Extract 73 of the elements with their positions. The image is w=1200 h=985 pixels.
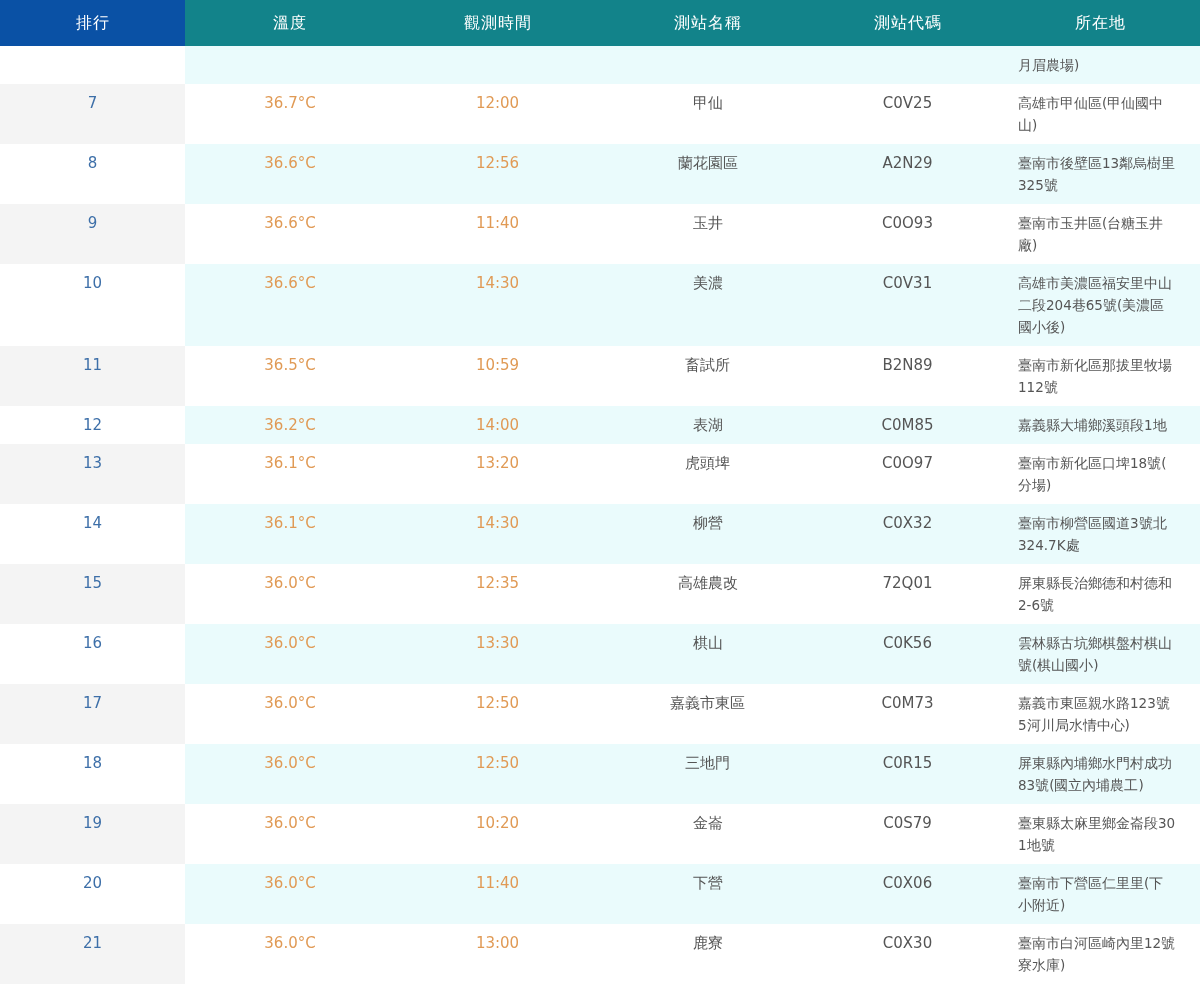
time-cell: 13:30 <box>395 624 600 684</box>
location-text: 112號 <box>1018 378 1058 397</box>
location-text: 號(棋山國小) <box>1018 656 1099 675</box>
location-text: 屏東縣長治鄉德和村德和 <box>1018 574 1172 593</box>
column-header: 排行 <box>0 0 185 46</box>
location-text: 山) <box>1018 116 1038 135</box>
location-text: 分場) <box>1018 476 1052 495</box>
location-text: 廠) <box>1018 236 1038 255</box>
rank-cell: 15 <box>0 564 185 624</box>
temperature-cell: 36.1°C <box>185 504 395 564</box>
station-name-cell: 美濃 <box>600 264 815 346</box>
temperature-cell: 36.0°C <box>185 624 395 684</box>
location-text: 二段204巷65號(美濃區 <box>1018 296 1165 315</box>
station-code-cell: C0R15 <box>815 744 1000 804</box>
time-cell: 14:30 <box>395 504 600 564</box>
location-text: 雲林縣古坑鄉棋盤村棋山 <box>1018 634 1172 653</box>
rank-cell: 9 <box>0 204 185 264</box>
column-header: 溫度 <box>185 0 395 46</box>
location-text: 臺南市後壁區13鄰烏樹里 <box>1018 154 1176 173</box>
station-name-cell: 蘭花園區 <box>600 144 815 204</box>
column-header: 測站代碼 <box>815 0 1000 46</box>
column-header: 觀測時間 <box>395 0 600 46</box>
station-code-cell: C0V31 <box>815 264 1000 346</box>
location-text: 嘉義市東區親水路123號 <box>1018 694 1170 713</box>
rank-cell: 7 <box>0 84 185 144</box>
location-text: 臺南市新化區那拔里牧場 <box>1018 356 1172 375</box>
station-code-cell: C0X06 <box>815 864 1000 924</box>
location-text: 嘉義縣大埔鄉溪頭段1地 <box>1018 416 1167 435</box>
time-cell: 12:56 <box>395 144 600 204</box>
rank-cell: 21 <box>0 924 185 984</box>
location-text: 324.7K處 <box>1018 536 1080 555</box>
station-code-cell: C0X32 <box>815 504 1000 564</box>
location-text: 臺南市柳營區國道3號北 <box>1018 514 1167 533</box>
location-text: 月眉農場) <box>1018 56 1080 75</box>
station-name-cell: 表湖 <box>600 406 815 444</box>
station-name-cell: 棋山 <box>600 624 815 684</box>
location-text: 5河川局水情中心) <box>1018 716 1130 735</box>
temperature-cell: 36.0°C <box>185 744 395 804</box>
station-code-cell: A2N29 <box>815 144 1000 204</box>
station-name-cell: 柳營 <box>600 504 815 564</box>
temperature-cell: 36.6°C <box>185 264 395 346</box>
rank-cell: 17 <box>0 684 185 744</box>
station-name-cell: 下營 <box>600 864 815 924</box>
location-text: 83號(國立內埔農工) <box>1018 776 1144 795</box>
location-text: 國小後) <box>1018 318 1066 337</box>
location-text: 1地號 <box>1018 836 1055 855</box>
rank-cell: 19 <box>0 804 185 864</box>
location-text: 臺南市白河區崎內里12號 <box>1018 934 1176 953</box>
location-text: 小附近) <box>1018 896 1066 915</box>
time-cell: 12:50 <box>395 744 600 804</box>
location-text: 臺南市新化區口埤18號( <box>1018 454 1167 473</box>
location-text: 臺南市玉井區(台糖玉井 <box>1018 214 1164 233</box>
location-text: 高雄市甲仙區(甲仙國中 <box>1018 94 1164 113</box>
time-cell: 14:30 <box>395 264 600 346</box>
location-text: 325號 <box>1018 176 1058 195</box>
temperature-cell: 36.0°C <box>185 864 395 924</box>
location-text: 2-6號 <box>1018 596 1055 615</box>
station-name-cell: 三地門 <box>600 744 815 804</box>
temperature-cell: 36.6°C <box>185 144 395 204</box>
location-text: 寮水庫) <box>1018 956 1066 975</box>
station-code-cell: C0K56 <box>815 624 1000 684</box>
location-text: 高雄市美濃區福安里中山 <box>1018 274 1172 293</box>
location-text: 臺東縣太麻里鄉金崙段30 <box>1018 814 1176 833</box>
rank-cell: 11 <box>0 346 185 406</box>
time-cell: 14:00 <box>395 406 600 444</box>
time-cell: 11:40 <box>395 864 600 924</box>
station-code-cell: C0M85 <box>815 406 1000 444</box>
column-header: 測站名稱 <box>600 0 815 46</box>
rank-cell: 13 <box>0 444 185 504</box>
location-text: 屏東縣內埔鄉水門村成功 <box>1018 754 1172 773</box>
location-text: 臺南市下營區仁里里(下 <box>1018 874 1164 893</box>
column-header: 所在地 <box>1000 0 1200 46</box>
temperature-cell: 36.2°C <box>185 406 395 444</box>
